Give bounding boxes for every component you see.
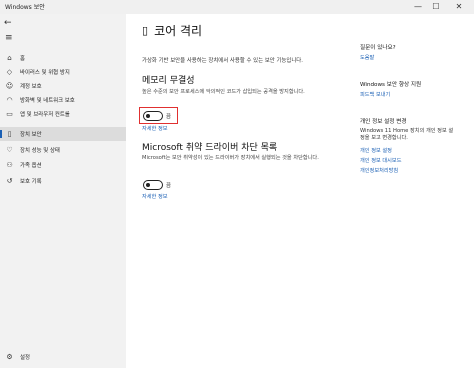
sidebar-item-label: 바이러스 및 위협 방지 [20, 70, 70, 76]
privacy-dashboard-link[interactable]: 개인 정보 대시보드 [360, 157, 401, 164]
memory-integrity-learn-more-link[interactable]: 자세한 정보 [142, 125, 168, 132]
minimize-button[interactable]: — [410, 0, 426, 14]
hamburger-menu-icon[interactable]: ≡ [5, 33, 13, 43]
driver-blocklist-heading: Microsoft 취약 드라이버 차단 목록 [142, 143, 278, 153]
shield-icon: ◇ [6, 68, 13, 76]
person-icon: ☺ [5, 82, 14, 90]
sidebar-item-label: 홈 [20, 56, 25, 62]
privacy-text: Windows 11 Home 장치의 개인 정보 설정을 보고 변경합니다. [360, 128, 454, 141]
main-content: ▯ 코어 격리 가상화 기반 보안을 사용하는 장치에서 사용할 수 있는 보안… [126, 14, 474, 368]
sidebar-item-settings[interactable]: ⚙ 설정 [0, 350, 126, 364]
page-title-text: 코어 격리 [154, 24, 203, 38]
chip-icon: ▯ [7, 130, 12, 138]
sidebar-item-virus-protection[interactable]: ◇ 바이러스 및 위협 방지 [0, 65, 126, 79]
window-title: Windows 보안 [5, 4, 45, 11]
gear-icon: ⚙ [6, 353, 13, 361]
page-title: ▯ 코어 격리 [142, 22, 202, 39]
question-heading: 질문이 있나요? [360, 45, 396, 51]
feedback-link[interactable]: 피드백 보내기 [360, 91, 390, 98]
sidebar-item-account-protection[interactable]: ☺ 계정 보호 [0, 79, 126, 93]
sidebar-item-label: 보호 기록 [20, 179, 42, 185]
sidebar-item-device-security[interactable]: ▯ 장치 보안 [0, 127, 126, 141]
sidebar-item-label: 장치 보안 [20, 132, 42, 138]
close-button[interactable]: ✕ [451, 0, 467, 14]
sidebar-item-label: 설정 [20, 355, 30, 361]
heart-icon: ♡ [6, 146, 13, 154]
driver-blocklist-text: Microsoft는 보안 취약성이 있는 드라이버가 장치에서 실행되는 것을… [142, 155, 319, 161]
wifi-icon: ◠ [6, 96, 13, 104]
sidebar-item-label: 방화벽 및 네트워크 보호 [20, 98, 75, 104]
privacy-statement-link[interactable]: 개인정보처리방침 [360, 167, 398, 174]
driver-blocklist-learn-more-link[interactable]: 자세한 정보 [142, 193, 168, 200]
memory-integrity-heading: 메모리 무결성 [142, 76, 195, 86]
toggle-knob [146, 114, 150, 118]
home-icon: ⌂ [7, 54, 12, 62]
memory-integrity-toggle-label: 끔 [166, 114, 171, 120]
privacy-settings-link[interactable]: 개인 정보 설정 [360, 147, 392, 154]
memory-integrity-toggle[interactable] [143, 111, 163, 121]
sidebar-item-label: 가족 옵션 [20, 163, 42, 169]
browser-icon: ▭ [6, 110, 13, 118]
back-arrow-icon[interactable]: ← [4, 18, 12, 28]
sidebar: ← ≡ ⌂ 홈 ◇ 바이러스 및 위협 방지 ☺ 계정 보호 ◠ 방화벽 및 네… [0, 14, 126, 368]
sidebar-item-label: 장치 성능 및 상태 [20, 148, 60, 154]
page-description: 가상화 기반 보안을 사용하는 장치에서 사용할 수 있는 보안 기능입니다. [142, 58, 303, 64]
title-bar: Windows 보안 — ☐ ✕ [0, 0, 474, 14]
driver-blocklist-toggle-label: 끔 [166, 183, 171, 189]
sidebar-item-firewall[interactable]: ◠ 방화벽 및 네트워크 보호 [0, 93, 126, 107]
toggle-knob [146, 183, 150, 187]
family-icon: ⚇ [6, 161, 13, 169]
memory-integrity-text: 높은 수준의 보안 프로세스에 악의적인 코드가 삽입되는 공격을 방지합니다. [142, 89, 305, 95]
driver-blocklist-toggle[interactable] [143, 180, 163, 190]
sidebar-item-label: 앱 및 브라우저 컨트롤 [20, 112, 70, 118]
maximize-button[interactable]: ☐ [428, 0, 444, 14]
sidebar-item-device-performance[interactable]: ♡ 장치 성능 및 상태 [0, 143, 126, 157]
improve-heading: Windows 보안 향상 지원 [360, 82, 422, 88]
sidebar-item-home[interactable]: ⌂ 홈 [0, 51, 126, 65]
sidebar-item-protection-history[interactable]: ↺ 보호 기록 [0, 174, 126, 188]
privacy-heading: 개인 정보 설정 변경 [360, 119, 407, 125]
sidebar-item-app-browser[interactable]: ▭ 앱 및 브라우저 컨트롤 [0, 107, 126, 121]
history-icon: ↺ [6, 177, 13, 185]
sidebar-item-label: 계정 보호 [20, 84, 42, 90]
sidebar-item-family-options[interactable]: ⚇ 가족 옵션 [0, 158, 126, 172]
help-link[interactable]: 도움말 [360, 54, 374, 61]
chip-icon: ▯ [142, 24, 149, 37]
